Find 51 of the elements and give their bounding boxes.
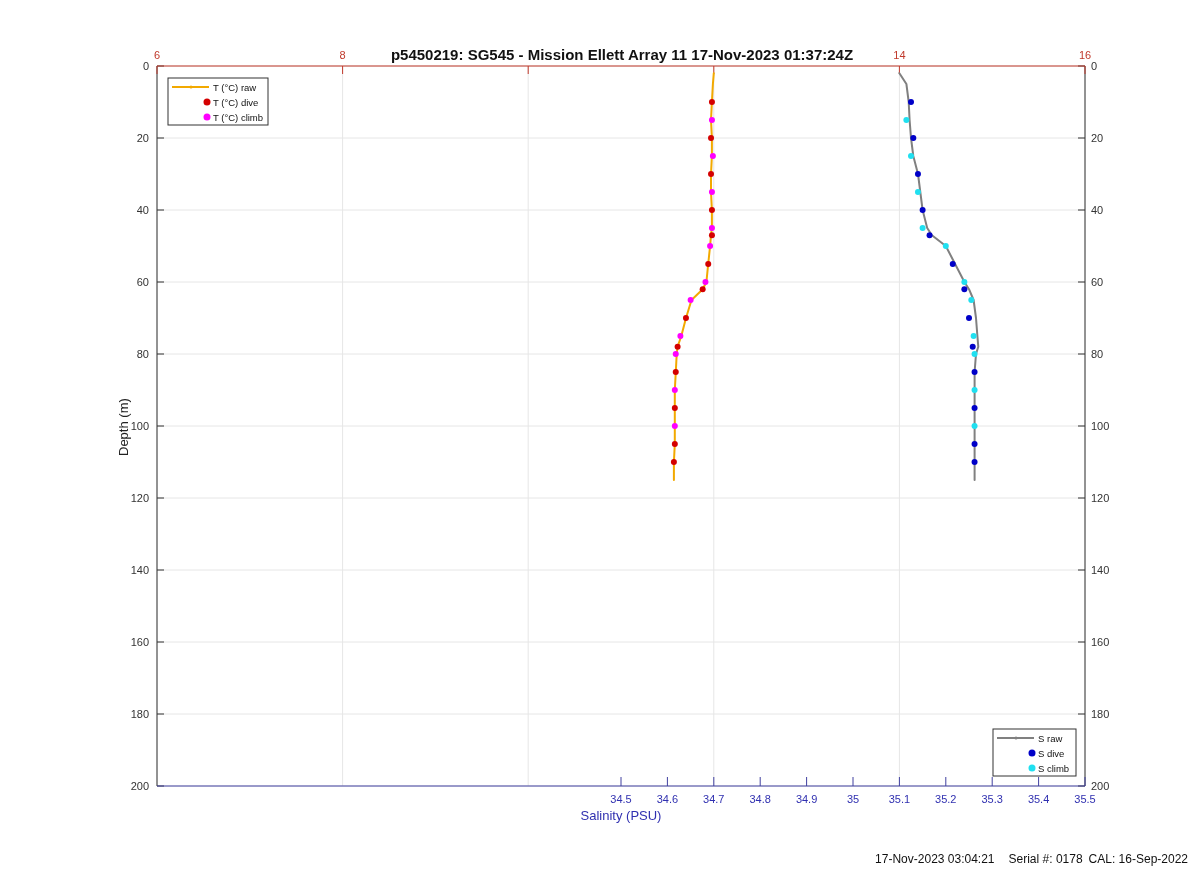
legend-label: S raw: [1038, 733, 1063, 744]
salinity-tick-label: 34.8: [749, 793, 771, 805]
timestamp-text: 17-Nov-2023 03:04:21: [875, 852, 995, 866]
legend-label: T (°C) raw: [213, 82, 257, 93]
temperature-tick-label: 6: [153, 49, 161, 61]
calibration-text: CAL: 16-Sep-2022: [1088, 852, 1188, 866]
salinity-tick-label: 35: [846, 793, 860, 805]
temperature-tick-label: 14: [893, 49, 906, 61]
salinity-tick-label: 34.5: [610, 793, 632, 805]
legend-line-icon: [996, 736, 1035, 740]
salinity-tick-label: 35.5: [1074, 793, 1096, 805]
depth-tick-label: 20: [136, 132, 149, 144]
legend-label: T (°C) dive: [213, 97, 259, 108]
depth-tick-label: 20: [1091, 132, 1104, 144]
temperature-tick-label: 16: [1078, 49, 1092, 61]
depth-tick-label: 140: [130, 564, 149, 576]
depth-axis-label: Depth (m): [116, 398, 131, 456]
depth-tick-label: 80: [1091, 348, 1104, 360]
depth-tick-label: 160: [1091, 636, 1110, 648]
serial-text: Serial #: 0178: [1008, 852, 1083, 866]
chart-title: p5450219: SG545 - Mission Ellett Array 11 17-Nov-2023 01:37:24Z: [390, 46, 854, 63]
legend-line-icon: [171, 85, 210, 89]
salinity-axis-label: Salinity (PSU): [580, 808, 662, 823]
depth-tick-label: 120: [130, 492, 149, 504]
depth-tick-label: 160: [130, 636, 149, 648]
salinity-tick-label: 34.7: [703, 793, 725, 805]
salinity-tick-label: 35.4: [1027, 793, 1050, 805]
depth-tick-label: 100: [1091, 420, 1110, 432]
depth-tick-label: 40: [136, 204, 149, 216]
depth-tick-label: 100: [130, 420, 149, 432]
depth-tick-label: 120: [1091, 492, 1110, 504]
temperature-tick-label: 8: [339, 49, 346, 61]
salinity-tick-label: 35.3: [981, 793, 1003, 805]
depth-tick-label: 60: [136, 276, 149, 288]
depth-tick-label: 60: [1091, 276, 1104, 288]
depth-tick-label: 80: [136, 348, 149, 360]
legend-label: T (°C) climb: [213, 112, 264, 123]
legend-label: S dive: [1038, 748, 1065, 759]
depth-tick-label: 40: [1091, 204, 1104, 216]
salinity-tick-label: 35.1: [888, 793, 911, 805]
salinity-tick-label: 34.9: [795, 793, 818, 805]
depth-tick-label: 0: [1091, 60, 1098, 72]
depth-tick-label: 200: [130, 780, 149, 792]
depth-tick-label: 140: [1091, 564, 1110, 576]
depth-tick-label: 200: [1091, 780, 1110, 792]
depth-tick-label: 180: [130, 708, 149, 720]
depth-tick-label: 0: [142, 60, 149, 72]
salinity-tick-label: 35.2: [935, 793, 957, 805]
legend-label: S climb: [1038, 763, 1070, 774]
salinity-tick-label: 34.6: [656, 793, 679, 805]
depth-tick-label: 180: [1091, 708, 1110, 720]
